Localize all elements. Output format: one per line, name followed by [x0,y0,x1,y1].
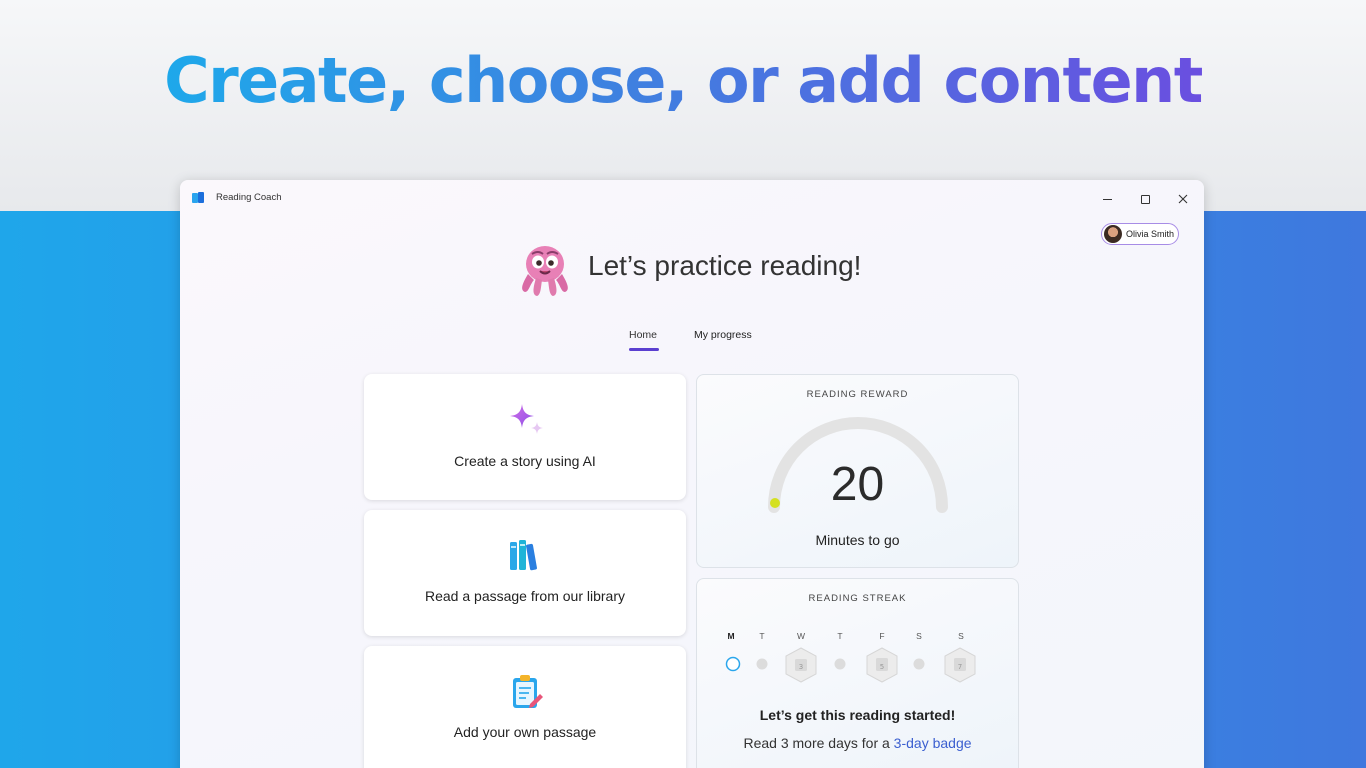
badge-5-number: 5 [880,663,884,671]
day-label: F [879,631,885,641]
badge-3-day-icon: 3 [785,647,817,683]
minimize-icon [1102,198,1112,200]
maximize-icon [1140,194,1150,204]
day-label: T [837,631,843,641]
badge-3-number: 3 [799,663,803,671]
close-button[interactable] [1172,188,1194,210]
badge-link[interactable]: 3-day badge [894,735,972,751]
profile-name: Olivia Smith [1126,229,1175,239]
current-day-circle-icon [725,656,741,672]
reading-reward-title: READING REWARD [806,389,909,400]
marketing-headline: Create, choose, or add content [164,44,1203,117]
octopus-mascot-icon [522,246,568,296]
books-icon [510,540,537,571]
reading-streak-panel: READING STREAK M T W T F S S 3 5 7 Let’s… [696,578,1019,768]
day-dot-icon [834,658,846,670]
reading-reward-panel: READING REWARD 20 Minutes to go [696,374,1019,568]
library-label: Read a passage from our library [425,588,625,604]
badge-5-day-icon: 5 [866,647,898,683]
close-icon [1178,194,1188,204]
badge-7-day-icon: 7 [944,647,976,683]
create-story-label: Create a story using AI [454,453,596,469]
minutes-remaining-label: Minutes to go [815,532,900,548]
streak-message: Let’s get this reading started! [759,707,956,723]
maximize-button[interactable] [1134,188,1156,210]
day-label: S [958,631,964,641]
window-title: Reading Coach [216,192,282,203]
clipboard-pencil-icon [513,675,543,708]
streak-days: M T W T F S S 3 5 7 [725,631,991,691]
day-dot-icon [756,658,768,670]
app-window: Reading Coach Olivia Smith Let’s practic… [180,180,1204,768]
add-passage-card[interactable]: Add your own passage [364,646,686,768]
sparkle-icon [510,404,543,434]
tab-my-progress[interactable]: My progress [694,329,752,341]
badge-7-number: 7 [958,663,962,671]
library-card[interactable]: Read a passage from our library [364,510,686,636]
avatar [1104,225,1122,243]
streak-subtext-prefix: Read 3 more days for a [743,735,894,751]
app-logo-icon [192,192,206,204]
day-label: W [796,631,806,641]
tab-home[interactable]: Home [629,329,657,341]
add-passage-label: Add your own passage [453,724,597,740]
day-dot-icon [913,658,925,670]
profile-button[interactable]: Olivia Smith [1101,223,1179,245]
title-bar: Reading Coach [180,180,1204,216]
day-label: S [916,631,922,641]
create-story-card[interactable]: Create a story using AI [364,374,686,500]
minimize-button[interactable] [1096,188,1118,210]
tab-selected-indicator [629,348,659,351]
minutes-remaining-value: 20 [830,458,885,511]
reading-streak-title: READING STREAK [808,593,907,604]
day-label: T [759,631,765,641]
page-title: Let’s practice reading! [588,250,862,281]
streak-subtext: Read 3 more days for a 3-day badge [697,735,1018,751]
